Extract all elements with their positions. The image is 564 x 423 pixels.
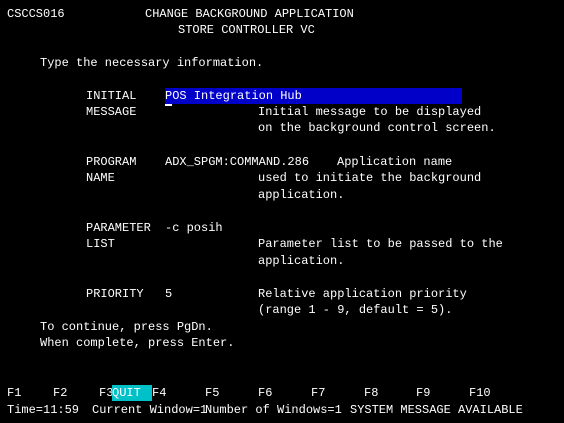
- parameter-list-desc-1: Parameter list to be passed to the: [258, 237, 503, 251]
- parameter-list-desc-2: application.: [258, 254, 345, 268]
- initial-message-input[interactable]: POS Integration Hub: [165, 88, 462, 106]
- continue-hint: To continue, press PgDn.: [40, 320, 213, 334]
- page-title: CHANGE BACKGROUND APPLICATION: [145, 7, 354, 21]
- complete-hint: When complete, press Enter.: [40, 336, 235, 350]
- screen-id: CSCCS016: [7, 7, 65, 21]
- parameter-list-label-1: PARAMETER: [86, 221, 151, 235]
- instruction-text: Type the necessary information.: [40, 56, 264, 70]
- initial-message-label-2: MESSAGE: [86, 105, 137, 119]
- f7-key[interactable]: F7: [311, 385, 325, 401]
- status-current-window: Current Window=1: [92, 403, 208, 417]
- priority-input[interactable]: 5: [165, 286, 172, 302]
- f4-key[interactable]: F4: [152, 385, 166, 401]
- program-name-desc-1: Application name: [337, 155, 453, 169]
- program-name-input[interactable]: ADX_SPGM:COMMAND.286: [165, 154, 309, 170]
- initial-message-desc-2: on the background control screen.: [258, 121, 496, 135]
- initial-message-desc-1: Initial message to be displayed: [258, 105, 482, 119]
- initial-message-label-1: INITIAL: [86, 89, 137, 103]
- status-window-count: Number of Windows=1: [205, 403, 342, 417]
- priority-label: PRIORITY: [86, 287, 144, 301]
- status-time: Time=11:59: [7, 403, 80, 417]
- f9-key[interactable]: F9: [416, 385, 430, 401]
- priority-desc-1: Relative application priority: [258, 287, 467, 301]
- f1-key[interactable]: F1: [7, 385, 21, 401]
- program-name-desc-2: used to initiate the background: [258, 171, 482, 185]
- parameter-list-input[interactable]: -c posih: [165, 220, 223, 236]
- f2-key[interactable]: F2: [53, 385, 67, 401]
- program-name-desc-3: application.: [258, 188, 345, 202]
- quit-button[interactable]: QUIT: [112, 385, 152, 401]
- f6-key[interactable]: F6: [258, 385, 272, 401]
- priority-desc-2: (range 1 - 9, default = 5).: [258, 303, 453, 317]
- f10-key[interactable]: F10: [469, 385, 491, 401]
- f5-key[interactable]: F5: [205, 385, 219, 401]
- program-name-label-1: PROGRAM: [86, 155, 137, 169]
- status-system-message: SYSTEM MESSAGE AVAILABLE: [350, 403, 523, 417]
- page-subtitle: STORE CONTROLLER VC: [178, 23, 315, 37]
- program-name-label-2: NAME: [86, 171, 115, 185]
- initial-message-value: OS Integration Hub: [172, 89, 302, 103]
- parameter-list-label-2: LIST: [86, 237, 115, 251]
- f8-key[interactable]: F8: [364, 385, 378, 401]
